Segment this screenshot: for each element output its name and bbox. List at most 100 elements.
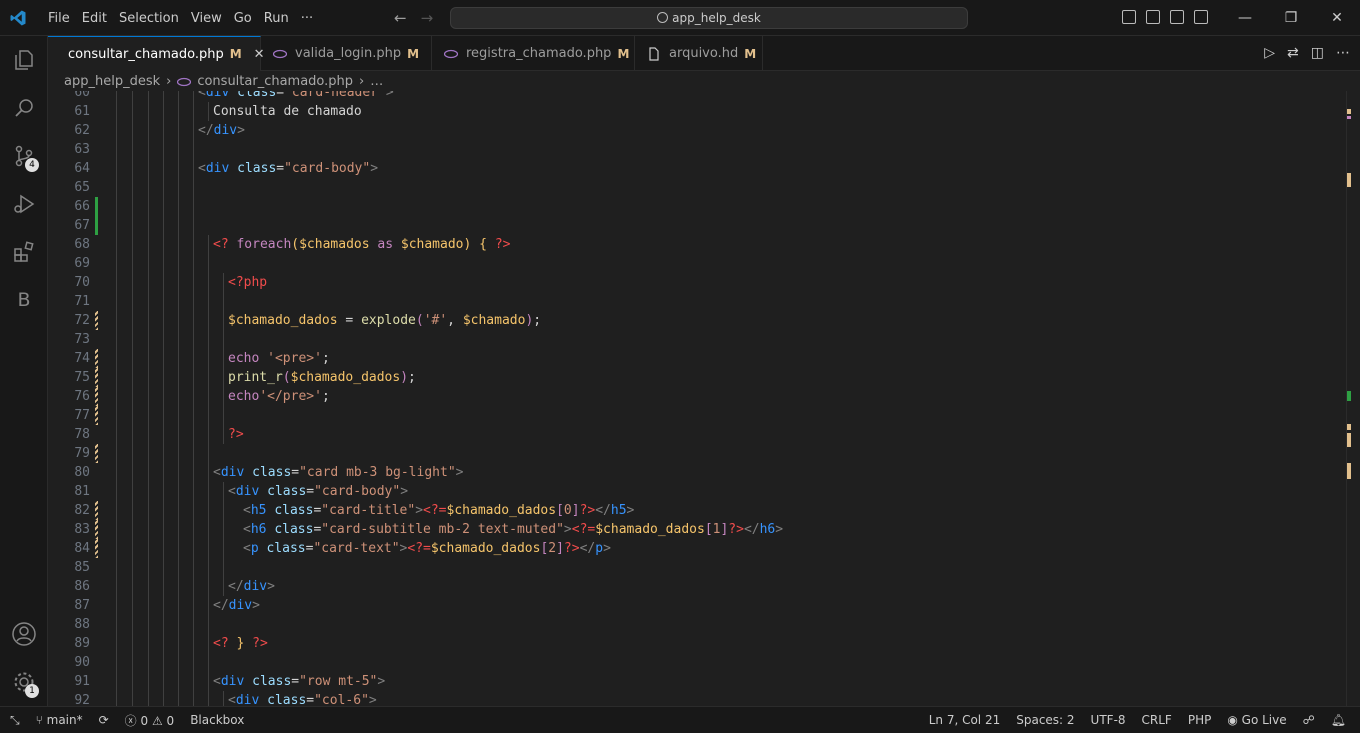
encoding[interactable]: UTF-8: [1091, 713, 1126, 727]
breadcrumb-folder[interactable]: app_help_desk: [64, 74, 160, 89]
code-line[interactable]: 74 echo '<pre>';: [48, 349, 1346, 368]
menu-edit[interactable]: Edit: [76, 11, 113, 26]
menu-run[interactable]: Run: [258, 11, 295, 26]
more-actions-icon[interactable]: ⋯: [1336, 45, 1350, 61]
minimize-button[interactable]: —: [1222, 0, 1268, 36]
code-line[interactable]: 70 <?php: [48, 273, 1346, 292]
code-line[interactable]: 77: [48, 406, 1346, 425]
code-line[interactable]: 60 <div class="card-header">: [48, 91, 1346, 102]
sync-icon[interactable]: ⟳: [99, 713, 109, 727]
code-line[interactable]: 78 ?>: [48, 425, 1346, 444]
breadcrumb-symbol[interactable]: …: [370, 74, 383, 89]
run-php-icon[interactable]: ▷: [1264, 45, 1275, 61]
code-line[interactable]: 71: [48, 292, 1346, 311]
code-line[interactable]: 67: [48, 216, 1346, 235]
code-text: Consulta de chamado: [213, 102, 362, 121]
code-line[interactable]: 88: [48, 615, 1346, 634]
search-view-icon[interactable]: [0, 84, 48, 132]
menu-selection[interactable]: Selection: [113, 11, 185, 26]
end-of-line[interactable]: CRLF: [1142, 713, 1172, 727]
forward-arrow-icon[interactable]: →: [421, 9, 434, 27]
breadcrumb-file[interactable]: consultar_chamado.php: [197, 74, 353, 89]
code-line[interactable]: 82 <h5 class="card-title"><?=$chamado_dad…: [48, 501, 1346, 520]
tab-arquivo-hd[interactable]: arquivo.hd M: [635, 36, 763, 71]
blackbox-status[interactable]: Blackbox: [190, 713, 244, 727]
tab-valida-login[interactable]: valida_login.php M: [261, 36, 432, 71]
token: ?>: [494, 237, 511, 252]
code-line[interactable]: 62 </div>: [48, 121, 1346, 140]
line-number: 67: [74, 218, 90, 233]
code-line[interactable]: 64 <div class="card-body">: [48, 159, 1346, 178]
go-live-item[interactable]: ◉ Go Live: [1227, 713, 1286, 727]
run-debug-icon[interactable]: [0, 180, 48, 228]
settings-gear-icon[interactable]: 1: [0, 658, 48, 706]
menu-go[interactable]: Go: [228, 11, 258, 26]
code-line[interactable]: 83 <h6 class="card-subtitle mb-2 text-mut…: [48, 520, 1346, 539]
token: (: [291, 237, 300, 252]
customize-layout-icon[interactable]: [1194, 10, 1208, 24]
code-line[interactable]: 63: [48, 140, 1346, 159]
code-line[interactable]: 87 </div>: [48, 596, 1346, 615]
close-window-button[interactable]: ✕: [1314, 0, 1360, 36]
code-line[interactable]: 81 <div class="card-body">: [48, 482, 1346, 501]
cursor-position[interactable]: Ln 7, Col 21: [929, 713, 1001, 727]
explorer-icon[interactable]: [0, 36, 48, 84]
code-line[interactable]: 72 $chamado_dados = explode('#', $chamado…: [48, 311, 1346, 330]
branch-item[interactable]: ⑂ main*: [36, 713, 83, 727]
code-line[interactable]: 65: [48, 178, 1346, 197]
code-line[interactable]: 69: [48, 254, 1346, 273]
code-editor[interactable]: 60 <div class="card-header"> 61 Consulta de…: [48, 91, 1346, 706]
code-line[interactable]: 85: [48, 558, 1346, 577]
back-arrow-icon[interactable]: ←: [394, 9, 407, 27]
token: ]: [571, 503, 580, 518]
split-editor-icon[interactable]: ◫: [1311, 45, 1324, 61]
blackbox-extension-icon[interactable]: B: [0, 276, 48, 324]
code-line[interactable]: 90: [48, 653, 1346, 672]
indent-guide: [193, 672, 194, 691]
toggle-panel-icon[interactable]: [1146, 10, 1160, 24]
remote-icon[interactable]: ⤡: [10, 713, 20, 728]
indent-guide: [116, 140, 117, 159]
code-line[interactable]: 61 Consulta de chamado: [48, 102, 1346, 121]
indent-guide: [163, 387, 164, 406]
source-control-icon[interactable]: 4: [0, 132, 48, 180]
indentation[interactable]: Spaces: 2: [1016, 713, 1074, 727]
code-line[interactable]: 89 <? } ?>: [48, 634, 1346, 653]
code-line[interactable]: 80 <div class="card mb-3 bg-light">: [48, 463, 1346, 482]
code-line[interactable]: 66: [48, 197, 1346, 216]
ruler-mark: [1347, 109, 1351, 114]
code-line[interactable]: 84 <p class="card-text"><?=$chamado_dados…: [48, 539, 1346, 558]
tab-consultar-chamado[interactable]: consultar_chamado.php M ✕: [48, 36, 265, 71]
restore-button[interactable]: ❐: [1268, 0, 1314, 36]
menu-more[interactable]: ···: [295, 11, 319, 26]
line-number: 70: [74, 275, 90, 290]
extensions-icon[interactable]: [0, 228, 48, 276]
code-line[interactable]: 73: [48, 330, 1346, 349]
menu-file[interactable]: File: [42, 11, 76, 26]
token: "row mt-5": [299, 674, 378, 689]
overview-ruler[interactable]: [1346, 91, 1360, 706]
menu-view[interactable]: View: [185, 11, 228, 26]
compare-changes-icon[interactable]: ⇄: [1287, 45, 1299, 61]
code-line[interactable]: 75 print_r($chamado_dados);: [48, 368, 1346, 387]
code-line[interactable]: 79: [48, 444, 1346, 463]
accounts-status-icon[interactable]: ☍: [1303, 713, 1315, 727]
indent-guide: [163, 368, 164, 387]
toggle-secondary-sidebar-icon[interactable]: [1170, 10, 1184, 24]
code-line[interactable]: 68 <? foreach($chamados as $chamado) { ?>: [48, 235, 1346, 254]
code-line[interactable]: 76 echo'</pre>';: [48, 387, 1346, 406]
language-mode[interactable]: PHP: [1188, 713, 1212, 727]
accounts-icon[interactable]: [0, 610, 48, 658]
line-number: 74: [74, 351, 90, 366]
code-line[interactable]: 92 <div class="col-6">: [48, 691, 1346, 706]
command-center-search[interactable]: app_help_desk: [450, 7, 968, 29]
token: div: [235, 693, 260, 706]
indent-guide: [132, 653, 133, 672]
toggle-sidebar-icon[interactable]: [1122, 10, 1136, 24]
notifications-bell-icon[interactable]: 🔔︎: [1331, 713, 1346, 727]
code-line[interactable]: 86 </div>: [48, 577, 1346, 596]
tab-registra-chamado[interactable]: registra_chamado.php M: [432, 36, 635, 71]
error-icon: ⓧ: [124, 713, 141, 728]
problems-item[interactable]: ⓧ 0 ⚠ 0: [125, 712, 175, 729]
code-line[interactable]: 91 <div class="row mt-5">: [48, 672, 1346, 691]
